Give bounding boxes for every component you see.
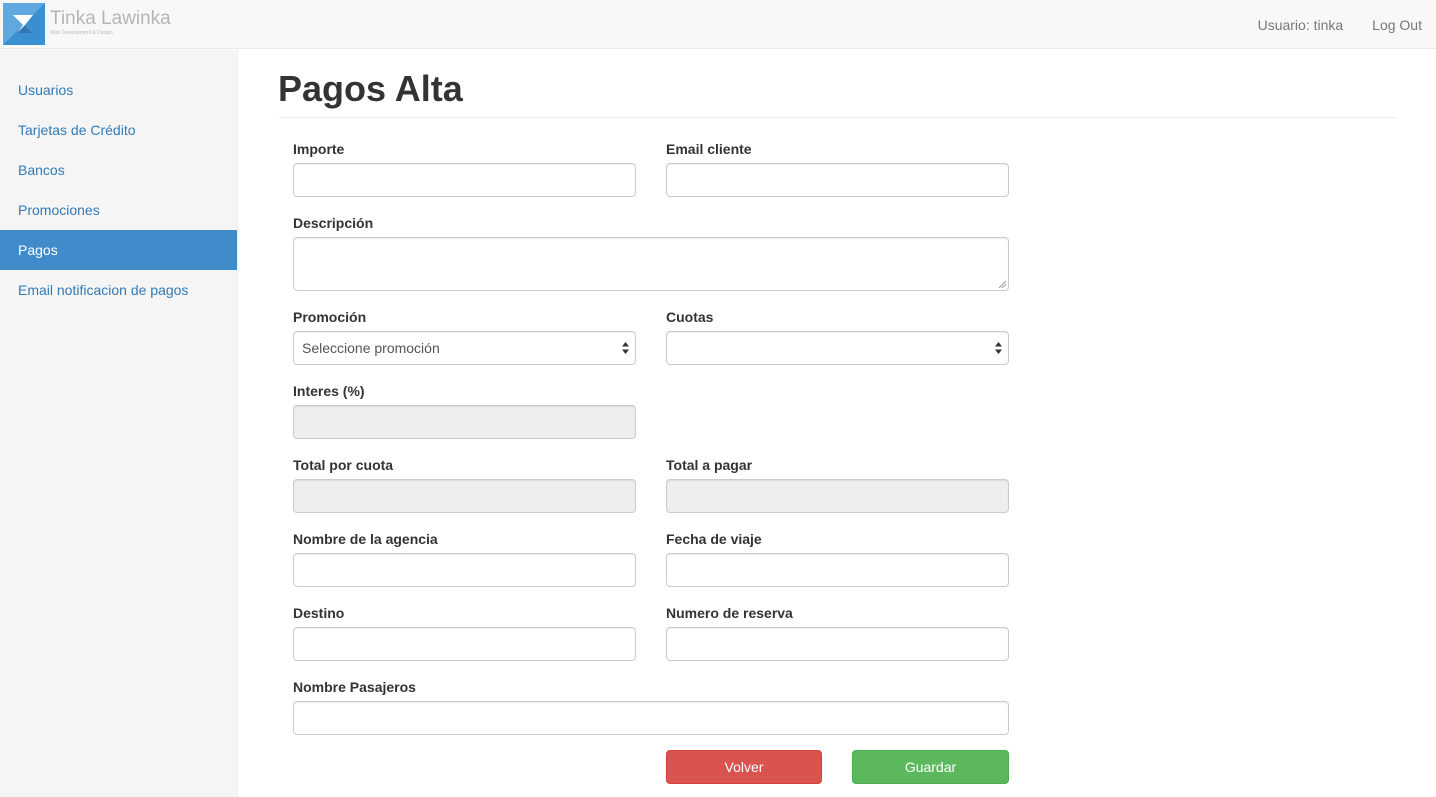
guardar-button[interactable]: Guardar xyxy=(852,750,1009,784)
descripcion-textarea[interactable] xyxy=(293,237,1009,291)
brand-tagline: Web Development & Design xyxy=(50,30,113,36)
fecha-viaje-label: Fecha de viaje xyxy=(666,531,762,547)
resize-grip-icon[interactable] xyxy=(998,280,1006,288)
total-por-cuota-label: Total por cuota xyxy=(293,457,394,473)
current-user-label: Usuario: tinka xyxy=(1257,16,1344,33)
top-navbar: Tinka Lawinka Web Development & Design U… xyxy=(0,0,1436,49)
sidebar-item-bancos[interactable]: Bancos xyxy=(0,150,237,190)
volver-button[interactable]: Volver xyxy=(666,750,822,784)
sidebar: Usuarios Tarjetas de Crédito Bancos Prom… xyxy=(0,50,238,797)
descripcion-label: Descripción xyxy=(293,215,374,231)
sidebar-item-promociones[interactable]: Promociones xyxy=(0,190,237,230)
interes-input xyxy=(293,405,636,439)
page-title: Pagos Alta xyxy=(278,68,463,109)
sidebar-item-usuarios[interactable]: Usuarios xyxy=(0,70,237,110)
email-cliente-input[interactable] xyxy=(666,163,1009,197)
select-arrows-icon xyxy=(622,342,629,354)
total-a-pagar-label: Total a pagar xyxy=(666,457,753,473)
total-por-cuota-input xyxy=(293,479,636,513)
fecha-viaje-input[interactable] xyxy=(666,553,1009,587)
destino-input[interactable] xyxy=(293,627,636,661)
select-arrows-icon xyxy=(995,342,1002,354)
cuotas-select[interactable] xyxy=(666,331,1009,365)
brand-logo-icon xyxy=(3,3,45,45)
destino-label: Destino xyxy=(293,605,345,621)
email-cliente-label: Email cliente xyxy=(666,141,752,157)
numero-reserva-input[interactable] xyxy=(666,627,1009,661)
sidebar-item-pagos[interactable]: Pagos xyxy=(0,230,237,270)
nombre-agencia-label: Nombre de la agencia xyxy=(293,531,438,547)
promocion-label: Promoción xyxy=(293,309,367,325)
interes-label: Interes (%) xyxy=(293,383,365,399)
numero-reserva-label: Numero de reserva xyxy=(666,605,793,621)
sidebar-item-email-notificacion[interactable]: Email notificacion de pagos xyxy=(0,270,237,310)
brand-title: Tinka Lawinka xyxy=(50,8,171,29)
logout-link[interactable]: Log Out xyxy=(1372,17,1422,33)
importe-input[interactable] xyxy=(293,163,636,197)
cuotas-label: Cuotas xyxy=(666,309,714,325)
total-a-pagar-input xyxy=(666,479,1009,513)
importe-label: Importe xyxy=(293,141,345,157)
promocion-select[interactable]: Seleccione promoción xyxy=(293,331,636,365)
nombre-pasajeros-label: Nombre Pasajeros xyxy=(293,679,416,695)
brand[interactable]: Tinka Lawinka Web Development & Design xyxy=(3,3,171,45)
nombre-agencia-input[interactable] xyxy=(293,553,636,587)
sidebar-item-tarjetas[interactable]: Tarjetas de Crédito xyxy=(0,110,237,150)
promocion-selected-value: Seleccione promoción xyxy=(302,340,440,356)
nombre-pasajeros-input[interactable] xyxy=(293,701,1009,735)
title-divider xyxy=(278,117,1397,118)
